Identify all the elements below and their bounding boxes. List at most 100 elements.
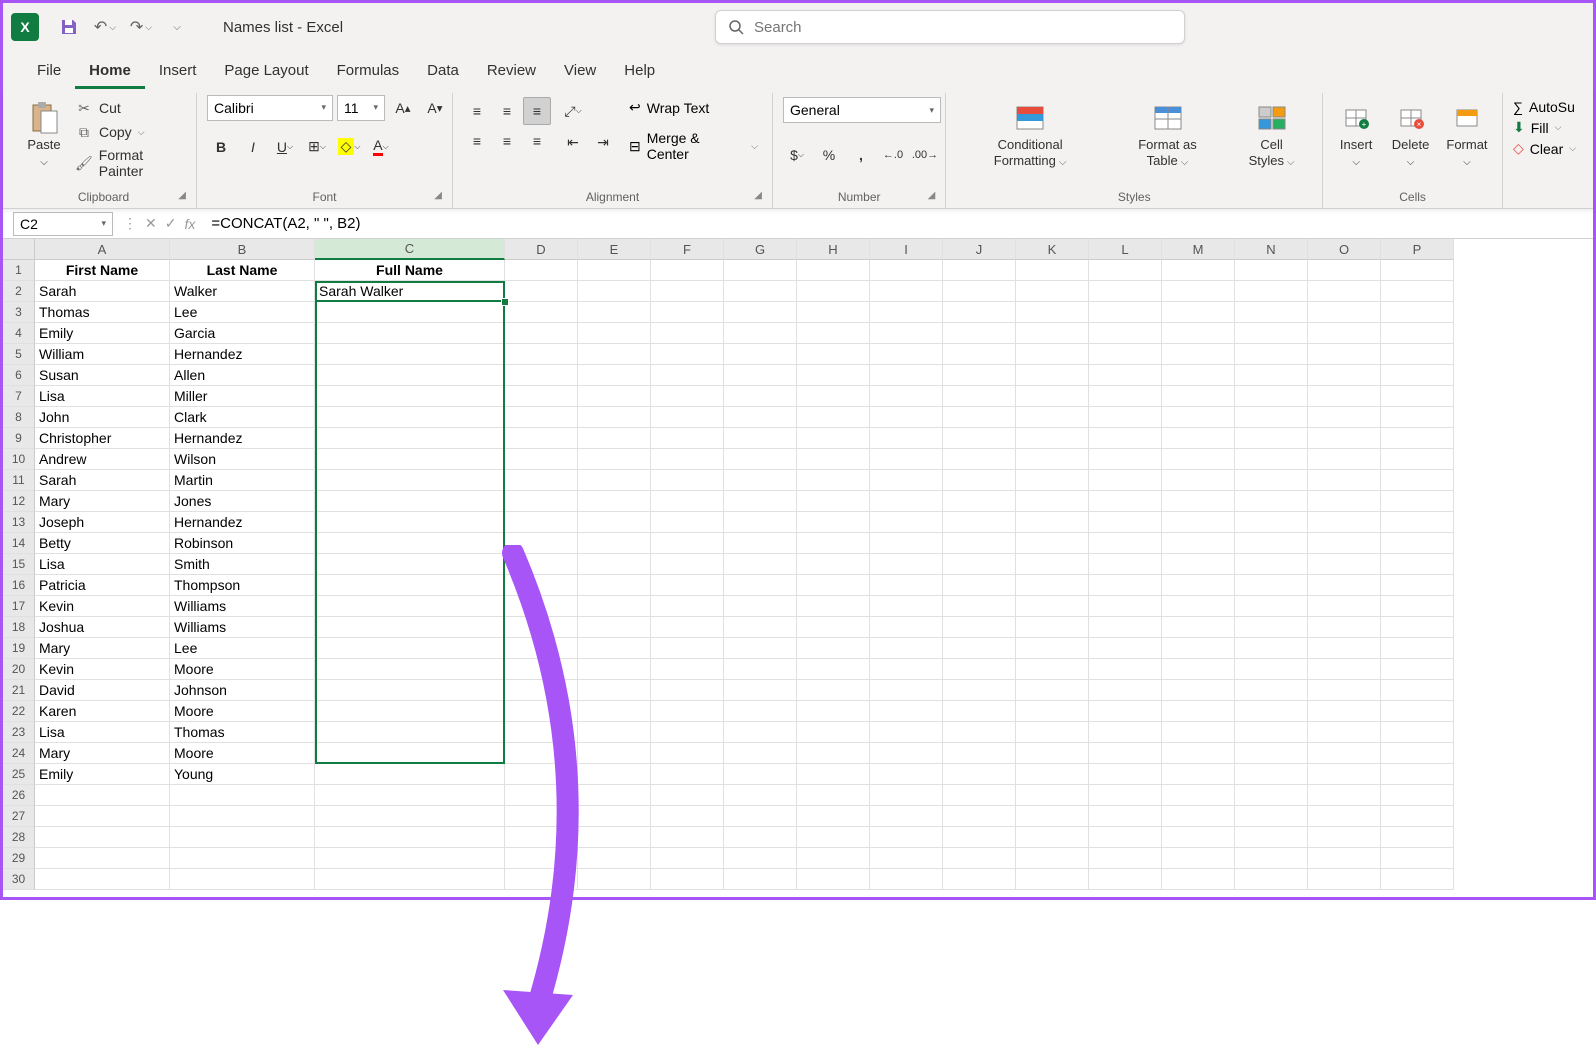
cell[interactable]	[1162, 512, 1235, 533]
cell[interactable]: Lisa	[35, 722, 170, 743]
cell[interactable]	[1381, 722, 1454, 743]
cell[interactable]	[870, 554, 943, 575]
cell[interactable]	[505, 365, 578, 386]
cell[interactable]: Moore	[170, 701, 315, 722]
cell[interactable]	[943, 302, 1016, 323]
cell[interactable]	[724, 470, 797, 491]
cell[interactable]	[1016, 470, 1089, 491]
cell[interactable]	[505, 638, 578, 659]
cell[interactable]	[35, 806, 170, 827]
column-header[interactable]: A	[35, 239, 170, 260]
row-header[interactable]: 5	[3, 344, 35, 365]
cell[interactable]: Williams	[170, 596, 315, 617]
cell[interactable]	[578, 596, 651, 617]
cell[interactable]	[870, 449, 943, 470]
cell[interactable]	[724, 806, 797, 827]
cell[interactable]	[1381, 554, 1454, 575]
row-header[interactable]: 15	[3, 554, 35, 575]
cell[interactable]	[1162, 680, 1235, 701]
cell[interactable]	[797, 680, 870, 701]
cell[interactable]	[578, 365, 651, 386]
cell[interactable]	[578, 785, 651, 806]
cell[interactable]	[315, 554, 505, 575]
cell[interactable]	[1235, 323, 1308, 344]
cell[interactable]	[1162, 533, 1235, 554]
cell[interactable]	[1016, 806, 1089, 827]
cell[interactable]: Joshua	[35, 617, 170, 638]
cell[interactable]	[1016, 764, 1089, 785]
cell[interactable]	[1162, 491, 1235, 512]
cell[interactable]	[870, 281, 943, 302]
cell[interactable]	[1089, 554, 1162, 575]
cell[interactable]	[1235, 428, 1308, 449]
clear-button[interactable]: ◇Clear ⌵	[1513, 140, 1576, 157]
cell[interactable]	[797, 575, 870, 596]
tab-help[interactable]: Help	[610, 54, 669, 89]
redo-button[interactable]: ↷⌵	[125, 11, 157, 43]
cell[interactable]	[1016, 659, 1089, 680]
cell[interactable]	[1235, 470, 1308, 491]
cell[interactable]	[505, 617, 578, 638]
cell[interactable]	[797, 491, 870, 512]
cell[interactable]: Mary	[35, 491, 170, 512]
cell[interactable]	[651, 302, 724, 323]
cell[interactable]	[505, 785, 578, 806]
cell[interactable]	[1089, 722, 1162, 743]
format-painter-button[interactable]: 🖌Format Painter	[75, 147, 186, 179]
cell[interactable]	[797, 848, 870, 869]
cell[interactable]	[505, 722, 578, 743]
cell[interactable]	[724, 785, 797, 806]
cell[interactable]	[1016, 407, 1089, 428]
cell[interactable]: Wilson	[170, 449, 315, 470]
cell[interactable]	[315, 428, 505, 449]
cell[interactable]	[1235, 848, 1308, 869]
undo-button[interactable]: ↶⌵	[89, 11, 121, 43]
cell[interactable]	[1089, 449, 1162, 470]
number-launcher[interactable]: ◢	[928, 190, 936, 201]
spreadsheet-grid[interactable]: 1234567891011121314151617181920212223242…	[3, 239, 1593, 897]
cell[interactable]	[505, 596, 578, 617]
cell[interactable]	[724, 533, 797, 554]
cell[interactable]	[797, 827, 870, 848]
row-header[interactable]: 6	[3, 365, 35, 386]
bold-button[interactable]: B	[207, 133, 235, 161]
cell[interactable]	[724, 491, 797, 512]
cell[interactable]	[1016, 848, 1089, 869]
cell[interactable]	[1308, 743, 1381, 764]
increase-decimal-button[interactable]: ←.0	[879, 141, 907, 169]
cell[interactable]: Martin	[170, 470, 315, 491]
row-header[interactable]: 8	[3, 407, 35, 428]
cell[interactable]	[1381, 428, 1454, 449]
cell[interactable]	[505, 302, 578, 323]
cell[interactable]	[1308, 302, 1381, 323]
cell[interactable]	[578, 281, 651, 302]
cell[interactable]	[651, 722, 724, 743]
cell[interactable]	[943, 575, 1016, 596]
percent-button[interactable]: %	[815, 141, 843, 169]
cell[interactable]	[1016, 344, 1089, 365]
cell[interactable]	[651, 428, 724, 449]
cell[interactable]	[870, 659, 943, 680]
cell[interactable]	[1308, 722, 1381, 743]
cell[interactable]	[315, 512, 505, 533]
cell[interactable]	[943, 827, 1016, 848]
cell[interactable]: David	[35, 680, 170, 701]
cell[interactable]	[35, 785, 170, 806]
tab-file[interactable]: File	[23, 54, 75, 89]
cell[interactable]	[1308, 764, 1381, 785]
cell[interactable]	[315, 449, 505, 470]
cell[interactable]	[724, 827, 797, 848]
cell[interactable]	[1162, 281, 1235, 302]
cell-styles-button[interactable]: Cell Styles	[1231, 97, 1312, 173]
cell[interactable]	[724, 302, 797, 323]
cell[interactable]	[797, 701, 870, 722]
cell[interactable]	[578, 722, 651, 743]
cell[interactable]: Smith	[170, 554, 315, 575]
cell[interactable]: Kevin	[35, 596, 170, 617]
tab-page-layout[interactable]: Page Layout	[210, 54, 322, 89]
cell[interactable]	[1235, 533, 1308, 554]
cell[interactable]	[170, 827, 315, 848]
row-header[interactable]: 16	[3, 575, 35, 596]
cell[interactable]	[1089, 407, 1162, 428]
cell[interactable]	[505, 281, 578, 302]
